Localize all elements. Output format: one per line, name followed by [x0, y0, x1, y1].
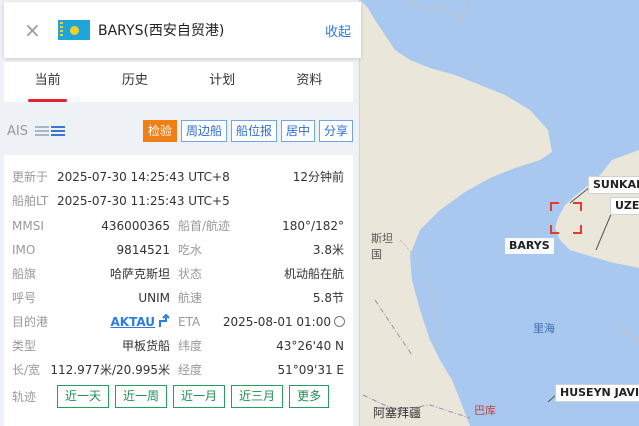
local-time-value: 2025-07-30 11:25:43 UTC+5 [57, 194, 230, 208]
updated-value: 2025-07-30 14:25:43 UTC+8 [57, 170, 230, 184]
track-three-months-button[interactable]: 近三月 [231, 385, 284, 408]
status-label: 状态 [178, 267, 203, 281]
imo-value: 9814521 [116, 243, 170, 257]
track-more-button[interactable]: 更多 [289, 385, 330, 408]
longitude-value: 51°09'31 E [277, 363, 344, 377]
latitude-value: 43°26'40 N [276, 339, 344, 353]
flag-label: 船旗 [12, 267, 37, 281]
tab-history[interactable]: 历史 [91, 62, 178, 102]
heading-label: 船首/航迹 [178, 219, 231, 233]
track-button-group: 近一天 近一周 近一月 近三月 更多 [57, 385, 330, 408]
eta-label: ETA [178, 315, 201, 329]
track-week-button[interactable]: 近一周 [115, 385, 168, 408]
map-label-kazakhstan: 斯坦 [371, 232, 393, 245]
track-day-button[interactable]: 近一天 [57, 385, 110, 408]
local-time-label: 船舶LT [12, 194, 49, 208]
panel-tabs: 当前 历史 计划 资料 [4, 62, 353, 102]
tab-plan[interactable]: 计划 [179, 62, 266, 102]
imo-label: IMO [12, 243, 36, 257]
status-value: 机动船在航 [283, 267, 344, 281]
updated-label: 更新于 [12, 170, 49, 184]
tab-profile[interactable]: 资料 [266, 62, 353, 102]
share-button[interactable]: 分享 [318, 120, 353, 142]
ship-tag-sunkar[interactable]: SUNKAR [588, 176, 639, 194]
vessel-info-table: 更新于 2025-07-30 14:25:43 UTC+8 12分钟前 船舶LT… [4, 155, 353, 426]
route-arrow-icon[interactable] [158, 313, 170, 334]
longitude-label: 经度 [178, 363, 203, 377]
map-label-country: 国 [371, 248, 382, 261]
ship-tag-barys[interactable]: BARYS [505, 238, 554, 254]
position-report-button[interactable]: 船位报 [230, 120, 277, 142]
inspect-button[interactable]: 检验 [142, 120, 177, 142]
caspian-sea [360, 0, 639, 426]
type-value: 甲板货船 [121, 339, 170, 353]
info-row-size: 长/宽 112.977米/20.995米 经度 51°09'31 E [4, 360, 353, 380]
center-button[interactable]: 居中 [280, 120, 315, 142]
map-label-azerbaijan: 阿塞拜疆 [373, 406, 422, 420]
info-row-local-time: 船舶LT 2025-07-30 11:25:43 UTC+5 [4, 191, 353, 211]
vessel-name: BARYS(西安自贸港) [98, 23, 225, 39]
track-month-button[interactable]: 近一月 [173, 385, 226, 408]
size-value: 112.977米/20.995米 [50, 363, 170, 377]
close-icon[interactable]: × [24, 20, 54, 40]
mmsi-value: 436000365 [101, 219, 170, 233]
destination-link[interactable]: AKTAU [110, 312, 155, 332]
updated-ago: 12分钟前 [292, 170, 344, 184]
info-row-imo: IMO 9814521 吃水 3.8米 [4, 240, 353, 260]
info-row-type: 类型 甲板货船 纬度 43°26'40 N [4, 336, 353, 356]
info-row-mmsi: MMSI 436000365 船首/航迹 180°/182° [4, 216, 353, 236]
draft-label: 吃水 [178, 243, 203, 257]
info-row-callsign: 呼号 UNIM 航速 5.8节 [4, 288, 353, 308]
mmsi-label: MMSI [12, 219, 44, 233]
info-row-destination: 目的港 AKTAU ETA 2025-08-01 01:00 [4, 312, 353, 332]
speed-label: 航速 [178, 291, 203, 305]
speed-value: 5.8节 [312, 291, 344, 305]
vessel-title-bar: × BARYS(西安自贸港) 收起 [4, 2, 361, 58]
info-row-flag: 船旗 哈萨克斯坦 状态 机动船在航 [4, 264, 353, 284]
size-label: 长/宽 [12, 363, 41, 377]
ais-label: AIS [7, 123, 28, 139]
heading-value: 180°/182° [282, 219, 344, 233]
info-row-updated: 更新于 2025-07-30 14:25:43 UTC+8 12分钟前 [4, 167, 353, 187]
info-row-track: 轨迹 [4, 387, 64, 407]
collapse-button[interactable]: 收起 [325, 21, 351, 40]
selected-vessel-frame [550, 202, 582, 234]
type-label: 类型 [12, 339, 37, 353]
draft-value: 3.8米 [312, 243, 344, 257]
tab-current[interactable]: 当前 [4, 62, 91, 102]
latitude-label: 纬度 [178, 339, 203, 353]
callsign-value: UNIM [138, 291, 170, 305]
vessel-info-panel: × BARYS(西安自贸港) 收起 当前 历史 计划 资料 AIS 检验 周边船… [0, 0, 361, 426]
ais-toolbar: AIS 检验 周边船 船位报 居中 分享 [4, 114, 353, 148]
map-label-baku: 巴库 [474, 404, 496, 417]
track-label: 轨迹 [12, 390, 37, 404]
ship-tag-uzey[interactable]: UZEY [610, 197, 639, 215]
map-label-caspian-sea: 里海 [533, 322, 555, 335]
border-line-1 [374, 299, 413, 356]
callsign-label: 呼号 [12, 291, 37, 305]
kazakhstan-flag-icon [58, 20, 90, 40]
ship-tag-huseyn[interactable]: HUSEYN JAVID [555, 384, 639, 402]
timezone-globe-icon[interactable] [334, 316, 345, 327]
nearby-ships-button[interactable]: 周边船 [180, 120, 227, 142]
destination-label: 目的港 [12, 315, 49, 329]
flag-value: 哈萨克斯坦 [109, 267, 170, 281]
ais-signal-icon [34, 126, 65, 136]
eta-value: 2025-08-01 01:00 [222, 315, 331, 329]
